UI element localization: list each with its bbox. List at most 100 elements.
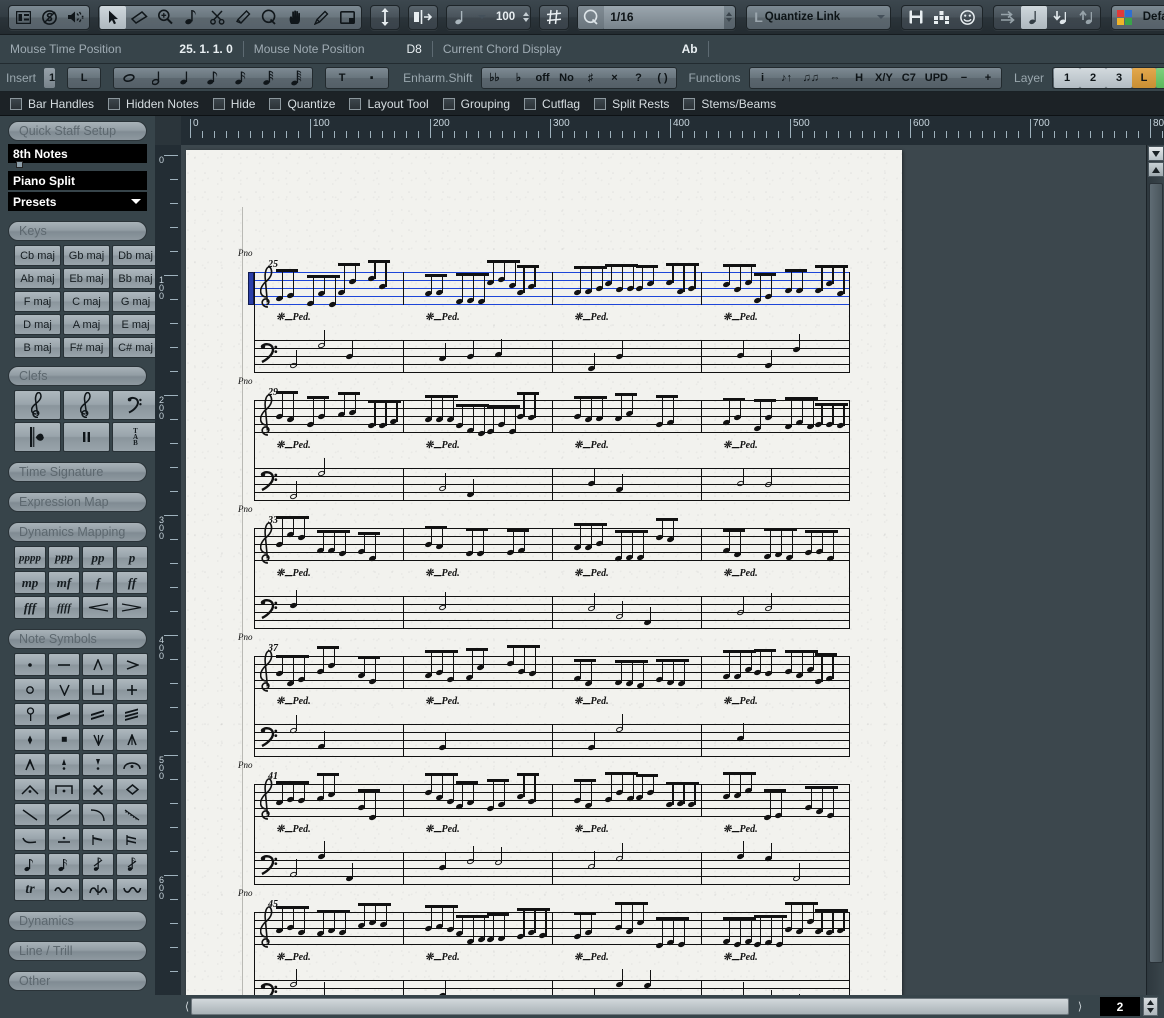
enharm-double-sharp-button[interactable]: ×: [603, 68, 627, 88]
neutral-clef-button[interactable]: [63, 422, 110, 452]
solo-icon[interactable]: [36, 6, 62, 29]
eighth-grace2-button[interactable]: [48, 853, 80, 876]
diminuendo-button[interactable]: [116, 596, 148, 619]
bass-clef-button[interactable]: [112, 390, 155, 420]
barline[interactable]: [701, 528, 703, 561]
pedal-mark[interactable]: ❊𝍠Ped.: [276, 950, 311, 967]
barline[interactable]: [701, 468, 703, 501]
layer-l-button[interactable]: L: [1132, 67, 1157, 88]
marcato-button[interactable]: [82, 653, 114, 676]
auto-scroll-icon[interactable]: [995, 6, 1021, 29]
barline[interactable]: [701, 724, 703, 757]
marcato3-button[interactable]: [14, 753, 46, 776]
pedal-mark[interactable]: ❊𝍠Ped.: [723, 822, 758, 839]
barline[interactable]: [552, 784, 554, 817]
velocity-spinner[interactable]: [523, 12, 530, 22]
square-button[interactable]: [48, 728, 80, 751]
expression-map-header[interactable]: Expression Map: [8, 492, 147, 512]
beam[interactable]: [753, 399, 776, 403]
score-system[interactable]: Pno 29 ❊𝍠Ped. ❊𝍠Ped. ❊𝍠Ped. ❊𝍠Ped.: [238, 376, 851, 516]
function-info-button[interactable]: i: [751, 68, 775, 88]
smiley-icon[interactable]: [955, 6, 981, 29]
tremolo3-button[interactable]: [116, 703, 148, 726]
beam[interactable]: [517, 392, 540, 396]
beam[interactable]: [656, 518, 678, 522]
treble-clef[interactable]: [259, 522, 275, 568]
barline[interactable]: [552, 724, 554, 757]
tab-clef-button[interactable]: TAB: [112, 422, 155, 452]
staccatissimo2-button[interactable]: [82, 753, 114, 776]
treble-clef[interactable]: [259, 650, 275, 696]
enharm-no-button[interactable]: No: [555, 68, 579, 88]
horizontal-scrollbar-thumb[interactable]: [191, 998, 1069, 1015]
beam[interactable]: [635, 265, 658, 269]
score-page[interactable]: Pno 25 ❊𝍠Ped. ❊𝍠Ped. ❊𝍠Ped. ❊𝍠Ped. Pno 29 ❊𝍠Ped.…: [186, 150, 902, 995]
staff-presets-dropdown[interactable]: Presets: [8, 192, 147, 211]
dyn-mp-button[interactable]: mp: [14, 571, 46, 594]
barline[interactable]: [254, 272, 256, 373]
checkbox[interactable]: [349, 97, 362, 110]
beam[interactable]: [455, 781, 478, 785]
line-up-button[interactable]: [48, 803, 80, 826]
beam[interactable]: [574, 912, 596, 916]
checkbox[interactable]: [10, 97, 22, 110]
barline[interactable]: [403, 272, 405, 305]
barline[interactable]: [849, 912, 851, 995]
enharm-parens-button[interactable]: ( ): [651, 68, 675, 88]
vertical-ruler[interactable]: 01 0 02 0 03 0 04 0 05 0 06 0 07 0 0: [155, 145, 181, 995]
acoustic-feedback-icon[interactable]: [62, 6, 88, 29]
beam[interactable]: [466, 648, 488, 652]
key-a-maj[interactable]: A maj: [63, 314, 110, 335]
pedal-mark[interactable]: ❊𝍠Ped.: [723, 566, 758, 583]
score-system[interactable]: Pno 33 ❊𝍠Ped. ❊𝍠Ped. ❊𝍠Ped. ❊𝍠Ped.: [238, 504, 851, 644]
barline[interactable]: [254, 528, 256, 629]
staccatissimo-button[interactable]: [48, 753, 80, 776]
barline[interactable]: [849, 528, 851, 629]
quantize-q-icon[interactable]: [578, 5, 605, 29]
insert-value-field[interactable]: 1: [44, 67, 56, 88]
beam[interactable]: [276, 391, 298, 395]
beam[interactable]: [574, 659, 596, 663]
layer-3-button[interactable]: 3: [1106, 67, 1133, 88]
beam[interactable]: [764, 789, 786, 793]
pedal-mark[interactable]: ❊𝍠Ped.: [276, 822, 311, 839]
enharm-sharp-button[interactable]: ♯: [579, 68, 603, 88]
score-system[interactable]: Pno 37 ❊𝍠Ped. ❊𝍠Ped. ❊𝍠Ped. ❊𝍠Ped.: [238, 632, 851, 772]
note-velocity-icon[interactable]: [448, 6, 474, 29]
function-plus-button[interactable]: +: [976, 68, 1000, 88]
filter-grouping[interactable]: Grouping: [442, 97, 510, 111]
barline[interactable]: [552, 340, 554, 373]
checkbox[interactable]: [108, 97, 121, 110]
pedal-mark[interactable]: ❊𝍠Ped.: [425, 310, 460, 327]
beam[interactable]: [425, 526, 447, 530]
scroll-down-button[interactable]: [1148, 146, 1164, 161]
score-system[interactable]: Pno 45 ❊𝍠Ped. ❊𝍠Ped. ❊𝍠Ped. ❊𝍠Ped.: [238, 888, 851, 995]
beam[interactable]: [317, 773, 339, 777]
beam[interactable]: [784, 269, 807, 273]
sixteenth-note-button[interactable]: [227, 68, 255, 88]
pedal-mark[interactable]: ❊𝍠Ped.: [425, 438, 460, 455]
velocity-value[interactable]: 100: [490, 11, 521, 23]
bend-button[interactable]: [82, 803, 114, 826]
pedal-mark[interactable]: ❊𝍠Ped.: [574, 438, 609, 455]
accent-button[interactable]: [116, 653, 148, 676]
l-button[interactable]: L: [69, 68, 99, 88]
beam[interactable]: [317, 646, 339, 650]
beam[interactable]: [815, 653, 838, 657]
barline[interactable]: [254, 912, 256, 995]
quantize-link-label[interactable]: Quantize Link: [765, 11, 873, 23]
beam[interactable]: [723, 529, 745, 533]
barline[interactable]: [701, 596, 703, 629]
dyn-pppp-button[interactable]: pppp: [14, 546, 46, 569]
pedal-mark[interactable]: ❊𝍠Ped.: [574, 694, 609, 711]
beam[interactable]: [635, 774, 658, 778]
barline[interactable]: [849, 784, 851, 885]
velocity-dropdown-caret[interactable]: [478, 15, 486, 19]
function-flip-button[interactable]: ♪↑: [775, 68, 799, 88]
beam[interactable]: [753, 649, 776, 653]
vertical-scrollbar[interactable]: [1146, 145, 1164, 995]
checkbox[interactable]: [269, 97, 282, 110]
open-string-button[interactable]: [14, 703, 46, 726]
bass-clef[interactable]: [260, 342, 280, 368]
tenuto-button[interactable]: [48, 653, 80, 676]
